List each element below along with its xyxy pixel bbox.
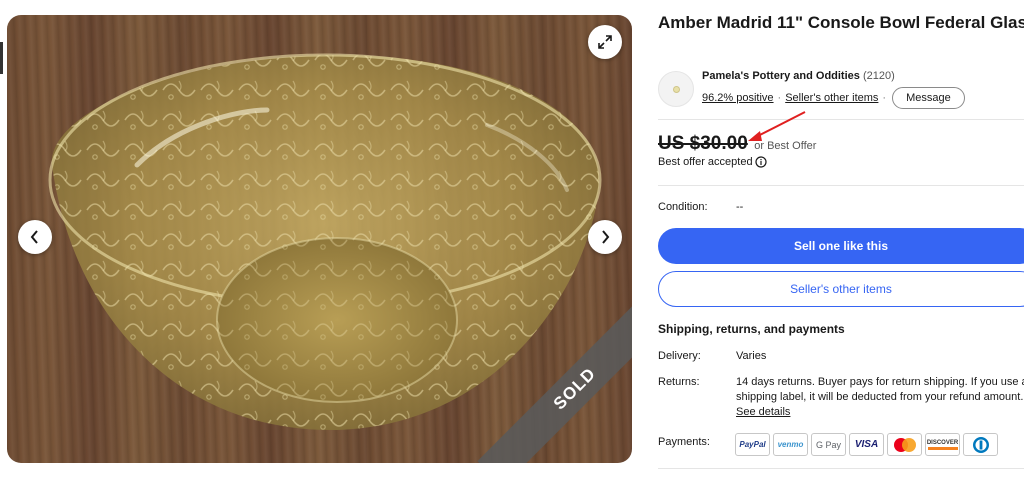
divider	[658, 185, 1024, 186]
see-details-link[interactable]: See details	[736, 406, 790, 418]
mastercard-icon	[887, 433, 922, 456]
sellers-other-items-button[interactable]: Seller's other items	[658, 271, 1024, 307]
payments-label: Payments:	[658, 436, 710, 448]
returns-text-line2: shipping label, it will be deducted from…	[736, 391, 1024, 403]
condition-value: --	[736, 201, 744, 213]
item-price: US $30.00	[658, 133, 748, 154]
info-icon[interactable]	[754, 156, 767, 168]
offer-status-text: Best offer accepted	[658, 156, 753, 168]
venmo-icon: venmo	[773, 433, 808, 456]
listing-title: Amber Madrid 11" Console Bowl Federal Gl…	[658, 12, 1024, 33]
condition-label: Condition:	[658, 201, 708, 213]
returns-text-line1: 14 days returns. Buyer pays for return s…	[736, 376, 1024, 388]
visa-icon: VISA	[849, 433, 884, 456]
seller-avatar[interactable]	[658, 71, 694, 107]
seller-name[interactable]: Pamela's Pottery and Oddities	[702, 70, 860, 82]
sell-one-like-this-button[interactable]: Sell one like this	[658, 228, 1024, 264]
seller-positive-feedback-link[interactable]: 96.2% positive	[702, 92, 774, 104]
expand-icon	[598, 35, 612, 49]
divider	[658, 119, 1024, 120]
chevron-right-icon	[602, 230, 610, 244]
diners-club-icon	[963, 433, 998, 456]
shipping-heading: Shipping, returns, and payments	[658, 322, 845, 336]
seller-links: 96.2% positive · Seller's other items · …	[702, 87, 965, 109]
scroll-edge-indicator	[0, 42, 3, 74]
product-photo-amber-bowl	[48, 53, 602, 431]
message-seller-button[interactable]: Message	[892, 87, 965, 109]
delivery-value: Varies	[736, 350, 767, 362]
chevron-left-icon	[30, 230, 38, 244]
seller-name-line[interactable]: Pamela's Pottery and Oddities (2120)	[702, 70, 895, 82]
annotation-arrow	[748, 111, 806, 141]
discover-icon: DISCOVER	[925, 433, 960, 456]
expand-image-button[interactable]	[588, 25, 622, 59]
google-pay-icon: G Pay	[811, 433, 846, 456]
returns-label: Returns:	[658, 376, 700, 388]
listing-title-text: Amber Madrid 11" Console Bowl Federal Gl…	[658, 13, 1024, 32]
product-image-gallery[interactable]: SOLD	[7, 15, 632, 463]
divider	[658, 468, 1024, 469]
seller-feedback-count: (2120)	[862, 70, 895, 82]
seller-other-items-link[interactable]: Seller's other items	[785, 92, 878, 104]
paypal-icon: PayPal	[735, 433, 770, 456]
delivery-label: Delivery:	[658, 350, 701, 362]
previous-image-button[interactable]	[18, 220, 52, 254]
next-image-button[interactable]	[588, 220, 622, 254]
payment-methods: PayPal venmo G Pay VISA DISCOVER	[735, 433, 998, 456]
discover-label: DISCOVER	[926, 439, 959, 446]
offer-status: Best offer accepted	[658, 156, 767, 168]
